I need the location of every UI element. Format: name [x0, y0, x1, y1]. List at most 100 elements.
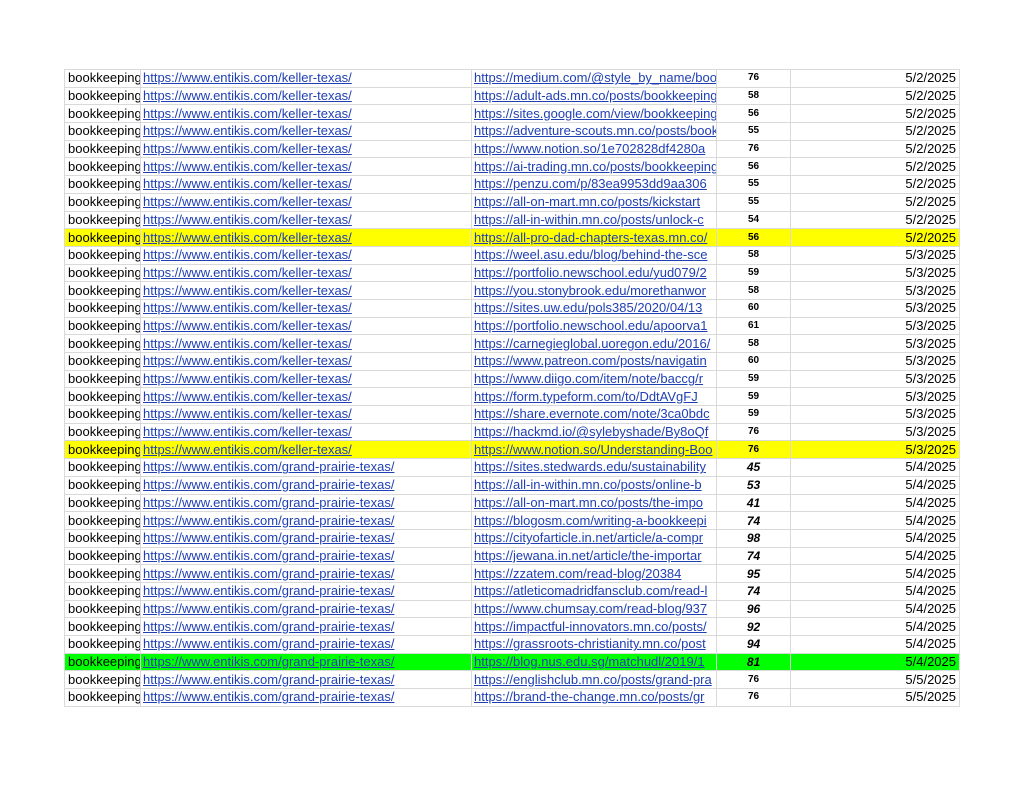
date-cell[interactable]: 5/4/2025	[790, 458, 960, 477]
source-url-cell[interactable]: https://adventure-scouts.mn.co/posts/boo…	[471, 122, 717, 141]
domain-authority-cell[interactable]: 76	[716, 688, 791, 707]
date-cell[interactable]: 5/5/2025	[790, 688, 960, 707]
target-url-cell[interactable]: https://www.entikis.com/keller-texas/	[140, 387, 472, 407]
target-url-cell[interactable]: https://www.entikis.com/grand-prairie-te…	[140, 635, 472, 654]
source-url-cell[interactable]: https://englishclub.mn.co/posts/grand-pr…	[471, 670, 717, 690]
source-url-link[interactable]: https://www.chumsay.com/read-blog/937	[474, 601, 707, 616]
source-url-cell[interactable]: https://www.diigo.com/item/note/baccg/r	[471, 369, 717, 389]
target-url-cell[interactable]: https://www.entikis.com/grand-prairie-te…	[140, 511, 472, 530]
source-url-link[interactable]: https://www.patreon.com/posts/navigatin	[474, 353, 707, 368]
target-url-link[interactable]: https://www.entikis.com/keller-texas/	[143, 336, 352, 351]
keyword-cell[interactable]: bookkeeping	[64, 405, 141, 424]
date-cell[interactable]: 5/2/2025	[790, 122, 960, 141]
date-cell[interactable]: 5/2/2025	[790, 228, 960, 247]
domain-authority-cell[interactable]: 56	[716, 228, 791, 247]
keyword-cell[interactable]: bookkeeping	[64, 122, 141, 141]
domain-authority-cell[interactable]: 76	[716, 422, 791, 442]
target-url-link[interactable]: https://www.entikis.com/keller-texas/	[143, 177, 352, 192]
source-url-cell[interactable]: https://carnegieglobal.uoregon.edu/2016/	[471, 334, 717, 353]
source-url-link[interactable]: https://englishclub.mn.co/posts/grand-pr…	[474, 672, 712, 687]
keyword-cell[interactable]: bookkeeping	[64, 157, 141, 177]
keyword-cell[interactable]: bookkeeping	[64, 228, 141, 247]
source-url-cell[interactable]: https://form.typeform.com/to/DdtAVgFJ	[471, 387, 717, 407]
source-url-link[interactable]: https://zzatem.com/read-blog/20384	[474, 566, 681, 581]
domain-authority-cell[interactable]: 61	[716, 316, 791, 336]
source-url-cell[interactable]: https://adult-ads.mn.co/posts/bookkeepin…	[471, 86, 717, 106]
keyword-cell[interactable]: bookkeeping	[64, 564, 141, 583]
source-url-cell[interactable]: https://weel.asu.edu/blog/behind-the-sce	[471, 245, 717, 265]
target-url-link[interactable]: https://www.entikis.com/keller-texas/	[143, 318, 352, 333]
source-url-link[interactable]: https://impactful-innovators.mn.co/posts…	[474, 619, 707, 634]
source-url-link[interactable]: https://blog.nus.edu.sg/matchudl/2019/1	[474, 654, 705, 669]
keyword-cell[interactable]: bookkeeping	[64, 86, 141, 106]
source-url-cell[interactable]: https://blog.nus.edu.sg/matchudl/2019/1	[471, 652, 717, 672]
domain-authority-cell[interactable]: 96	[716, 599, 791, 619]
keyword-cell[interactable]: bookkeeping	[64, 599, 141, 619]
domain-authority-cell[interactable]: 74	[716, 511, 791, 530]
domain-authority-cell[interactable]: 56	[716, 104, 791, 124]
target-url-cell[interactable]: https://www.entikis.com/keller-texas/	[140, 405, 472, 424]
domain-authority-cell[interactable]: 58	[716, 334, 791, 353]
source-url-link[interactable]: https://grassroots-christianity.mn.co/po…	[474, 636, 706, 651]
date-cell[interactable]: 5/4/2025	[790, 599, 960, 619]
domain-authority-cell[interactable]: 81	[716, 652, 791, 672]
target-url-cell[interactable]: https://www.entikis.com/keller-texas/	[140, 122, 472, 141]
source-url-link[interactable]: https://share.evernote.com/note/3ca0bdc	[474, 407, 710, 422]
target-url-link[interactable]: https://www.entikis.com/keller-texas/	[143, 212, 352, 227]
source-url-link[interactable]: https://penzu.com/p/83ea9953dd9aa306	[474, 177, 707, 192]
source-url-cell[interactable]: https://cityofarticle.in.net/article/a-c…	[471, 528, 717, 548]
source-url-cell[interactable]: https://sites.uw.edu/pols385/2020/04/13	[471, 298, 717, 318]
target-url-cell[interactable]: https://www.entikis.com/keller-texas/	[140, 245, 472, 265]
date-cell[interactable]: 5/5/2025	[790, 670, 960, 690]
keyword-cell[interactable]: bookkeeping	[64, 210, 141, 230]
source-url-link[interactable]: https://portfolio.newschool.edu/yud079/2	[474, 265, 707, 280]
target-url-cell[interactable]: https://www.entikis.com/keller-texas/	[140, 422, 472, 442]
source-url-cell[interactable]: https://all-pro-dad-chapters-texas.mn.co…	[471, 228, 717, 247]
target-url-link[interactable]: https://www.entikis.com/grand-prairie-te…	[143, 495, 394, 510]
target-url-link[interactable]: https://www.entikis.com/keller-texas/	[143, 300, 352, 315]
target-url-cell[interactable]: https://www.entikis.com/keller-texas/	[140, 104, 472, 124]
source-url-cell[interactable]: https://www.notion.so/1e702828df4280a	[471, 139, 717, 159]
target-url-cell[interactable]: https://www.entikis.com/keller-texas/	[140, 69, 472, 88]
source-url-cell[interactable]: https://ai-trading.mn.co/posts/bookkeepi…	[471, 157, 717, 177]
target-url-link[interactable]: https://www.entikis.com/keller-texas/	[143, 353, 352, 368]
source-url-link[interactable]: https://blogosm.com/writing-a-bookkeepi	[474, 513, 707, 528]
domain-authority-cell[interactable]: 59	[716, 387, 791, 407]
domain-authority-cell[interactable]: 54	[716, 210, 791, 230]
domain-authority-cell[interactable]: 58	[716, 281, 791, 300]
target-url-cell[interactable]: https://www.entikis.com/keller-texas/	[140, 281, 472, 300]
target-url-cell[interactable]: https://www.entikis.com/keller-texas/	[140, 334, 472, 353]
source-url-cell[interactable]: https://blogosm.com/writing-a-bookkeepi	[471, 511, 717, 530]
date-cell[interactable]: 5/3/2025	[790, 405, 960, 424]
date-cell[interactable]: 5/3/2025	[790, 369, 960, 389]
source-url-link[interactable]: https://adult-ads.mn.co/posts/bookkeepin…	[474, 88, 716, 103]
source-url-link[interactable]: https://brand-the-change.mn.co/posts/gr	[474, 690, 705, 705]
source-url-link[interactable]: https://adventure-scouts.mn.co/posts/boo…	[474, 124, 716, 139]
source-url-cell[interactable]: https://penzu.com/p/83ea9953dd9aa306	[471, 175, 717, 194]
target-url-cell[interactable]: https://www.entikis.com/grand-prairie-te…	[140, 617, 472, 636]
source-url-link[interactable]: https://all-on-mart.mn.co/posts/the-impo	[474, 495, 703, 510]
date-cell[interactable]: 5/4/2025	[790, 493, 960, 513]
source-url-cell[interactable]: https://you.stonybrook.edu/morethanwor	[471, 281, 717, 300]
source-url-cell[interactable]: https://www.chumsay.com/read-blog/937	[471, 599, 717, 619]
source-url-cell[interactable]: https://brand-the-change.mn.co/posts/gr	[471, 688, 717, 707]
domain-authority-cell[interactable]: 74	[716, 546, 791, 566]
source-url-cell[interactable]: https://share.evernote.com/note/3ca0bdc	[471, 405, 717, 424]
source-url-link[interactable]: https://weel.asu.edu/blog/behind-the-sce	[474, 247, 707, 262]
date-cell[interactable]: 5/2/2025	[790, 104, 960, 124]
date-cell[interactable]: 5/3/2025	[790, 263, 960, 283]
domain-authority-cell[interactable]: 55	[716, 175, 791, 194]
keyword-cell[interactable]: bookkeeping	[64, 458, 141, 477]
keyword-cell[interactable]: bookkeeping	[64, 263, 141, 283]
date-cell[interactable]: 5/3/2025	[790, 316, 960, 336]
source-url-link[interactable]: https://all-in-within.mn.co/posts/online…	[474, 477, 702, 492]
target-url-cell[interactable]: https://www.entikis.com/grand-prairie-te…	[140, 458, 472, 477]
target-url-link[interactable]: https://www.entikis.com/grand-prairie-te…	[143, 690, 394, 705]
target-url-cell[interactable]: https://www.entikis.com/keller-texas/	[140, 440, 472, 460]
keyword-cell[interactable]: bookkeeping	[64, 298, 141, 318]
date-cell[interactable]: 5/4/2025	[790, 475, 960, 495]
source-url-cell[interactable]: https://www.patreon.com/posts/navigatin	[471, 352, 717, 371]
keyword-cell[interactable]: bookkeeping	[64, 475, 141, 495]
keyword-cell[interactable]: bookkeeping	[64, 316, 141, 336]
target-url-link[interactable]: https://www.entikis.com/grand-prairie-te…	[143, 619, 394, 634]
